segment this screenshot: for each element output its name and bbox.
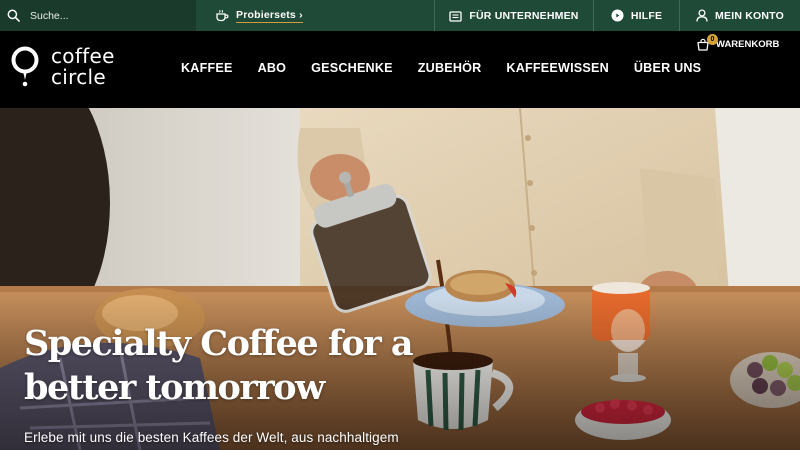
nav-item-abo[interactable]: ABO bbox=[258, 61, 287, 75]
search-bar[interactable] bbox=[0, 0, 196, 31]
help-link[interactable]: HILFE bbox=[594, 0, 679, 31]
coffee-circle-logo[interactable]: coffee circle bbox=[11, 45, 146, 89]
probiersets-link[interactable]: Probiersets › bbox=[196, 0, 434, 31]
search-icon[interactable] bbox=[7, 9, 20, 22]
main-nav: KAFFEE ABO GESCHENKE ZUBEHÖR KAFFEEWISSE… bbox=[181, 61, 726, 75]
logo-line-1: coffee bbox=[51, 44, 115, 68]
main-header: coffee circle KAFFEE ABO GESCHENKE ZUBEH… bbox=[0, 31, 800, 108]
nav-item-ueber-uns[interactable]: ÜBER UNS bbox=[634, 61, 701, 75]
utility-bar: Probiersets › FÜR UNTERNEHMEN HILFE MEIN… bbox=[0, 0, 800, 31]
nav-item-kaffeewissen[interactable]: KAFFEEWISSEN bbox=[506, 61, 608, 75]
hero-subtitle: Erlebe mit uns die besten Kaffees der We… bbox=[24, 430, 399, 445]
user-icon bbox=[696, 9, 708, 22]
logo-drop-icon bbox=[11, 46, 39, 87]
cart-button[interactable]: 0 WARENKORB bbox=[696, 34, 779, 51]
logo-line-2: circle bbox=[51, 65, 106, 89]
hero-title-line-2: better tomorrow bbox=[24, 367, 325, 408]
hero-title: Specialty Coffee for a better tomorrow bbox=[24, 322, 414, 410]
help-label[interactable]: HILFE bbox=[631, 10, 662, 22]
coffee-cup-icon bbox=[216, 9, 229, 22]
nav-item-kaffee[interactable]: KAFFEE bbox=[181, 61, 233, 75]
logo-wordmark: coffee circle bbox=[51, 46, 115, 88]
for-business-link[interactable]: FÜR UNTERNEHMEN bbox=[435, 0, 593, 31]
cart-label[interactable]: WARENKORB bbox=[716, 39, 779, 50]
nav-item-geschenke[interactable]: GESCHENKE bbox=[311, 61, 393, 75]
help-icon bbox=[611, 9, 624, 22]
cart-count-badge: 0 bbox=[707, 34, 718, 45]
for-business-label[interactable]: FÜR UNTERNEHMEN bbox=[469, 10, 578, 22]
search-input[interactable] bbox=[30, 9, 170, 22]
building-icon bbox=[449, 10, 463, 22]
account-link[interactable]: MEIN KONTO bbox=[680, 0, 800, 31]
hero-title-line-1: Specialty Coffee for a bbox=[24, 323, 414, 364]
hero-banner: Specialty Coffee for a better tomorrow E… bbox=[0, 108, 800, 450]
account-label[interactable]: MEIN KONTO bbox=[715, 10, 784, 22]
probiersets-label[interactable]: Probiersets › bbox=[236, 9, 303, 23]
nav-item-zubehoer[interactable]: ZUBEHÖR bbox=[418, 61, 482, 75]
